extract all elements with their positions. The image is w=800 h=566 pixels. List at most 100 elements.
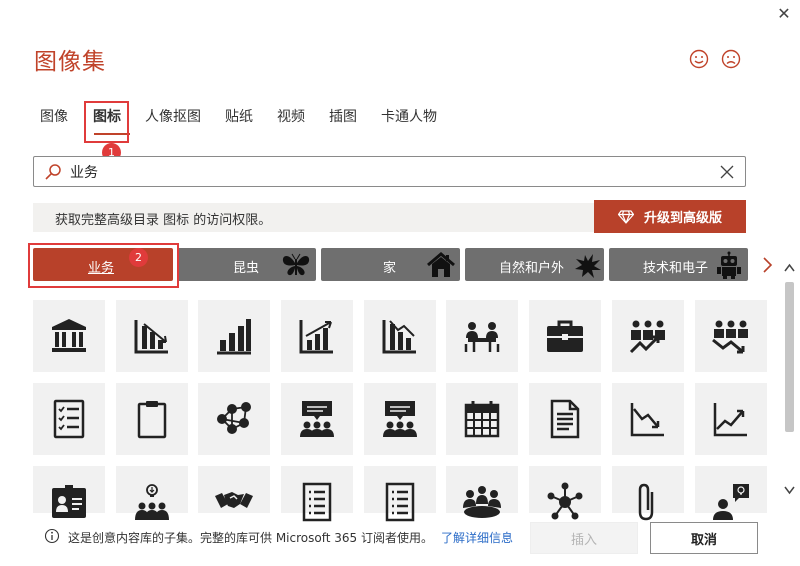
search-box <box>33 156 746 187</box>
icon-tile[interactable] <box>695 300 767 372</box>
tab-images[interactable]: 图像 <box>34 104 86 132</box>
document-icon <box>550 399 580 439</box>
icon-tile[interactable] <box>116 466 188 520</box>
category-label: 业务 <box>88 261 115 276</box>
conference-icon <box>463 486 501 518</box>
subscription-notice: 这是创意内容库的子集。完整的库可供 Microsoft 365 订阅者使用。 <box>68 531 433 545</box>
upgrade-button[interactable]: 升级到高级版 <box>594 200 746 233</box>
handshake-icon <box>215 492 253 508</box>
scroll-thumb[interactable] <box>785 282 794 432</box>
icon-tile[interactable] <box>364 466 436 522</box>
icon-tile[interactable] <box>529 300 601 372</box>
close-icon: ✕ <box>777 3 791 23</box>
icon-tile[interactable] <box>612 466 684 521</box>
butterfly-icon <box>282 253 310 276</box>
tab-stickers[interactable]: 贴纸 <box>218 104 270 132</box>
icon-tile[interactable] <box>281 466 353 522</box>
diamond-icon <box>617 209 634 224</box>
bar-chart-trend-up-icon <box>299 320 333 354</box>
icon-tile[interactable] <box>446 300 518 372</box>
bar-chart-up-icon <box>217 319 251 355</box>
icon-tile[interactable] <box>198 466 270 513</box>
presentation-audience-icon <box>383 401 417 437</box>
category-insects[interactable]: 昆虫 <box>177 248 316 281</box>
tab-cutout-people[interactable]: 人像抠图 <box>138 104 218 132</box>
icon-tile[interactable] <box>116 383 188 455</box>
splat-icon <box>575 254 601 278</box>
bar-chart-down-icon <box>134 320 168 354</box>
tab-videos[interactable]: 视频 <box>270 104 322 132</box>
category-label: 家 <box>383 261 397 276</box>
idea-team-icon <box>135 484 169 520</box>
tab-bar: 图像 图标 人像抠图 贴纸 视频 插图 卡通人物 <box>34 104 454 135</box>
close-button[interactable]: ✕ <box>772 2 796 24</box>
scroll-down-icon[interactable] <box>783 484 796 496</box>
bank-icon <box>52 319 86 352</box>
id-badge-icon <box>52 485 86 518</box>
icon-tile[interactable] <box>446 383 518 455</box>
upgrade-label: 升级到高级版 <box>643 211 722 226</box>
annotation-badge-2: 2 <box>129 248 148 267</box>
calendar-icon <box>464 401 500 438</box>
icon-tile[interactable] <box>33 466 105 518</box>
search-icon <box>45 164 61 180</box>
house-icon <box>427 252 455 277</box>
clear-search-icon[interactable] <box>719 164 735 180</box>
chevron-right-icon[interactable] <box>760 255 774 275</box>
tab-illustrations[interactable]: 插图 <box>322 104 374 132</box>
icon-tile[interactable] <box>33 383 105 455</box>
checklist-icon <box>53 399 85 439</box>
frown-icon[interactable] <box>720 48 742 70</box>
idea-person-icon <box>713 484 749 520</box>
briefcase-icon <box>547 320 583 352</box>
category-label: 技术和电子 <box>643 261 709 276</box>
insert-button[interactable]: 插入 <box>530 522 638 554</box>
paperclip-icon <box>638 483 654 521</box>
robot-icon <box>717 251 741 279</box>
learn-more-link[interactable]: 了解详细信息 <box>441 531 513 545</box>
category-label: 自然和户外 <box>499 261 565 276</box>
network-people-icon <box>217 402 251 434</box>
icon-tile[interactable] <box>529 466 601 520</box>
smile-icon[interactable] <box>688 48 710 70</box>
footer-info-text: 这是创意内容库的子集。完整的库可供 Microsoft 365 订阅者使用。 了解… <box>68 529 513 546</box>
team-growth-icon <box>629 320 665 354</box>
icon-tile[interactable] <box>281 300 353 372</box>
category-tech[interactable]: 技术和电子 <box>609 248 748 281</box>
tab-cartoon-people[interactable]: 卡通人物 <box>374 104 454 132</box>
category-nature[interactable]: 自然和户外 <box>465 248 604 281</box>
scroll-up-icon[interactable] <box>783 262 796 274</box>
presentation-audience-icon <box>300 401 334 437</box>
icon-tile[interactable] <box>198 300 270 372</box>
team-decline-icon <box>712 320 748 354</box>
icon-grid-scrollbar[interactable] <box>781 262 798 496</box>
list-document-icon <box>385 482 415 522</box>
icon-tile[interactable] <box>116 300 188 372</box>
icon-tile[interactable] <box>281 383 353 455</box>
icon-tile[interactable] <box>612 383 684 455</box>
clipboard-icon <box>137 401 167 439</box>
icon-tile[interactable] <box>695 383 767 455</box>
dialog-title: 图像集 <box>34 49 106 75</box>
icon-tile[interactable] <box>33 300 105 372</box>
tab-icons[interactable]: 图标 <box>86 104 138 135</box>
icon-tile[interactable] <box>529 383 601 455</box>
info-icon <box>44 528 60 544</box>
icon-tile[interactable] <box>364 383 436 455</box>
icon-tile[interactable] <box>198 383 270 455</box>
icon-tile[interactable] <box>364 300 436 372</box>
icon-tile[interactable] <box>695 466 767 520</box>
premium-message: 获取完整高级目录 图标 的访问权限。 <box>55 213 272 228</box>
network-hub-icon <box>547 482 583 520</box>
category-label: 昆虫 <box>233 261 260 276</box>
category-home[interactable]: 家 <box>321 248 460 281</box>
line-chart-down-icon <box>630 403 664 437</box>
search-input[interactable] <box>70 160 710 184</box>
meeting-table-icon <box>464 322 500 352</box>
list-document-icon <box>302 482 332 522</box>
icon-tile[interactable] <box>612 300 684 372</box>
category-business[interactable]: 业务 <box>33 248 173 281</box>
bar-chart-trend-down-icon <box>382 320 416 354</box>
icon-tile[interactable] <box>446 466 518 518</box>
cancel-button[interactable]: 取消 <box>650 522 758 554</box>
